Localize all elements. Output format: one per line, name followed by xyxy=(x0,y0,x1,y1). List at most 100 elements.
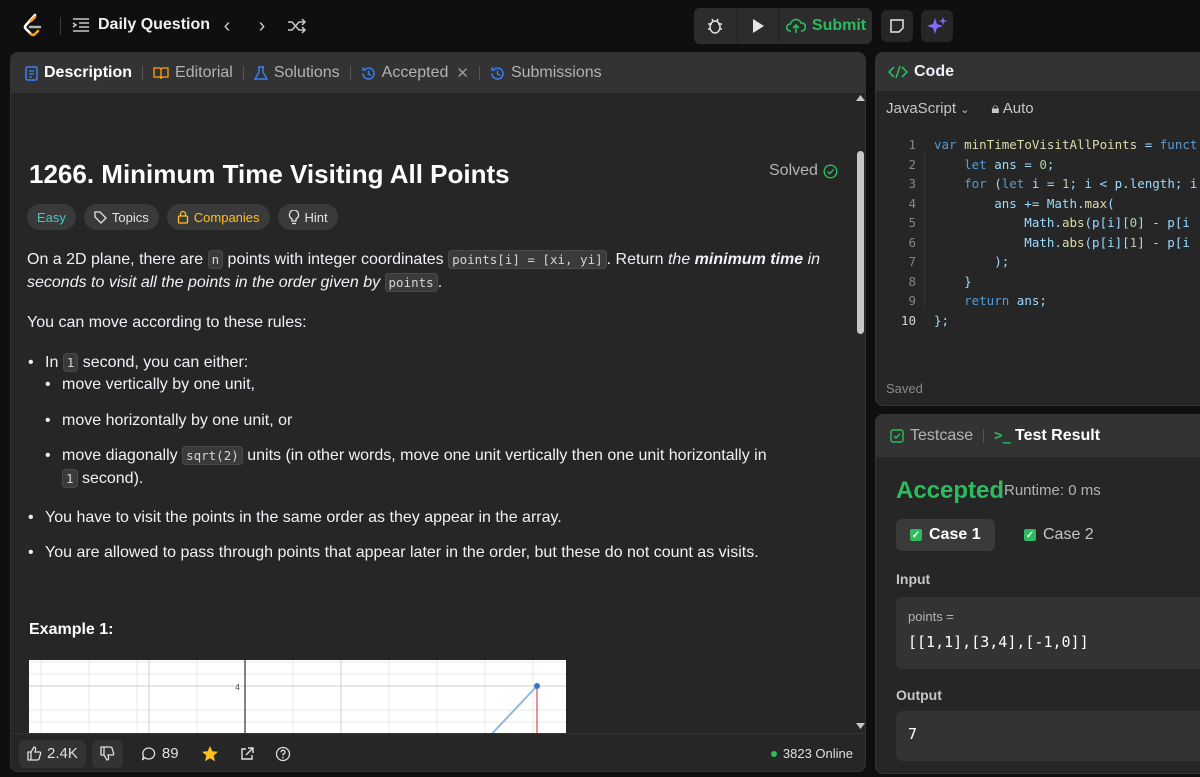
code-line: Math.abs(p[i][1] - p[i xyxy=(934,234,1190,250)
code-line: let ans = 0; xyxy=(964,156,1055,172)
auto-mode[interactable]: 🔒︎ Auto xyxy=(991,100,1033,117)
input-box: points = [[1,1],[3,4],[-1,0]] xyxy=(896,597,1200,669)
list-item: move horizontally by one unit, or xyxy=(45,409,292,432)
tab-accepted[interactable]: Accepted ✕ xyxy=(361,64,469,82)
divider xyxy=(349,66,351,80)
divider xyxy=(478,66,480,80)
tag-icon xyxy=(94,210,107,224)
list-item: You are allowed to pass through points t… xyxy=(28,541,759,564)
output-label: Output xyxy=(896,687,942,703)
case-label: Case 1 xyxy=(929,526,981,543)
share-button[interactable] xyxy=(239,746,255,762)
text: . Return xyxy=(606,251,668,268)
tab-label: Submissions xyxy=(510,64,602,81)
list-item: In 1 second, you can either: xyxy=(28,351,248,374)
divider xyxy=(983,429,985,443)
problem-footer: 2.4K 89 3823 Online xyxy=(11,733,865,771)
code-title: Code xyxy=(914,63,954,80)
close-icon[interactable]: ✕ xyxy=(456,64,469,82)
run-button[interactable] xyxy=(738,8,778,44)
tab-solutions[interactable]: Solutions xyxy=(253,64,340,82)
text: move diagonally xyxy=(62,447,183,464)
history-icon xyxy=(361,66,375,80)
play-icon xyxy=(753,19,764,33)
problem-statement: On a 2D plane, there are n points with i… xyxy=(27,248,827,294)
tab-label: Editorial xyxy=(175,64,233,81)
flask-icon xyxy=(253,65,268,80)
next-problem-icon[interactable]: › xyxy=(250,14,274,38)
code-line: var minTimeToVisitAllPoints = funct xyxy=(934,137,1198,152)
leetcode-logo-icon[interactable] xyxy=(22,13,44,39)
scrollbar-thumb[interactable] xyxy=(857,151,864,334)
tab-description[interactable]: Description xyxy=(25,64,132,82)
dislike-button[interactable] xyxy=(91,739,123,768)
debug-button[interactable] xyxy=(694,8,736,44)
submit-label: Submit xyxy=(811,17,867,34)
ai-assist-button[interactable] xyxy=(921,10,953,42)
tab-label: Description xyxy=(44,64,133,81)
text: units (in other words, move one unit ver… xyxy=(242,447,767,464)
description-content: 1266. Minimum Time Visiting All Points S… xyxy=(11,93,855,733)
hint-button[interactable]: Hint xyxy=(277,204,338,230)
runtime: Runtime: 0 ms xyxy=(1004,482,1101,499)
sparkle-icon xyxy=(927,17,947,34)
tab-submissions[interactable]: Submissions xyxy=(490,64,602,82)
tab-editorial[interactable]: Editorial xyxy=(153,64,233,82)
output-box: 7 xyxy=(896,711,1200,761)
description-scrollbar[interactable] xyxy=(854,93,866,733)
verdict: Accepted xyxy=(896,477,1005,504)
editor-toolbar: JavaScript ⌄ 🔒︎ Auto xyxy=(886,100,1034,117)
prev-problem-icon[interactable]: ‹ xyxy=(215,14,239,38)
lightbulb-icon xyxy=(288,209,299,224)
problem-tags: Easy Topics Companies Hint xyxy=(27,204,338,230)
test-panel: Testcase >_ Test Result Accepted Runtime… xyxy=(875,414,1200,774)
problem-tabs: Description Editorial Solutions Accepted… xyxy=(11,53,865,93)
scroll-down-icon[interactable] xyxy=(854,721,866,731)
scroll-up-icon[interactable] xyxy=(854,93,866,103)
topics-button[interactable]: Topics xyxy=(83,204,159,230)
text: . xyxy=(437,274,443,291)
divider xyxy=(242,66,244,80)
companies-button[interactable]: Companies xyxy=(166,204,270,230)
lock-icon xyxy=(177,210,188,224)
axis-tick-label: 4 xyxy=(235,683,240,692)
external-link-icon xyxy=(240,746,254,760)
daily-question-nav[interactable]: Daily Question xyxy=(72,16,210,34)
comments-button[interactable]: 89 xyxy=(141,745,179,762)
tab-testcase[interactable]: Testcase xyxy=(890,427,973,445)
problem-panel: Description Editorial Solutions Accepted… xyxy=(10,52,866,772)
rules-intro: You can move according to these rules: xyxy=(27,314,307,331)
list-item: move diagonally sqrt(2) units (in other … xyxy=(45,444,782,490)
input-label: Input xyxy=(896,571,931,587)
list-icon xyxy=(72,18,89,32)
help-button[interactable] xyxy=(275,746,291,762)
test-tabs: Testcase >_ Test Result xyxy=(876,415,1200,457)
language-select[interactable]: JavaScript ⌄ xyxy=(886,100,969,117)
online-count: 3823 Online xyxy=(770,746,853,761)
case-2-tab[interactable]: ✓ Case 2 xyxy=(1010,519,1108,551)
tab-label: Accepted xyxy=(381,64,449,81)
checkbox-icon xyxy=(890,429,904,443)
list-item: You have to visit the points in the same… xyxy=(28,506,562,529)
example-graph: 4 xyxy=(29,660,566,733)
bug-icon xyxy=(708,18,722,34)
shuffle-icon[interactable] xyxy=(285,14,309,38)
check-circle-icon xyxy=(823,163,838,179)
tab-test-result[interactable]: >_ Test Result xyxy=(994,427,1100,445)
code-line: Math.abs(p[i][0] - p[i xyxy=(934,215,1190,230)
check-icon: ✓ xyxy=(910,529,922,541)
favorite-button[interactable] xyxy=(201,745,219,763)
like-button[interactable]: 2.4K xyxy=(19,739,86,768)
cloud-upload-icon xyxy=(785,18,806,33)
chevron-down-icon: ⌄ xyxy=(960,104,970,116)
case-1-tab[interactable]: ✓ Case 1 xyxy=(896,519,995,551)
hint-label: Hint xyxy=(304,209,328,225)
submit-button[interactable]: Submit xyxy=(780,8,872,44)
daily-question-label: Daily Question xyxy=(98,16,211,33)
text: second). xyxy=(77,470,144,487)
code-line: ); xyxy=(934,254,1010,269)
divider xyxy=(142,66,144,80)
notes-button[interactable] xyxy=(881,10,913,42)
like-count: 2.4K xyxy=(47,745,78,762)
inline-code: sqrt(2) xyxy=(182,446,243,465)
